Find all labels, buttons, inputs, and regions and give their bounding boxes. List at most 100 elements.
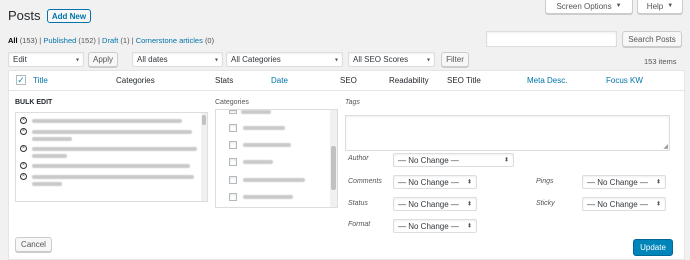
column-date[interactable]: Date <box>271 76 288 85</box>
filter-all[interactable]: All <box>8 36 18 45</box>
remove-post-icon[interactable]: × <box>20 173 27 180</box>
bulk-action-select[interactable]: Edit ▾ <box>8 52 84 67</box>
scrollbar[interactable] <box>331 146 336 190</box>
add-new-button[interactable]: Add New <box>47 9 91 23</box>
comments-select[interactable]: — No Change — ⬍ <box>393 175 477 189</box>
separator: | <box>98 36 100 45</box>
category-filter-select[interactable]: All Categories ▾ <box>226 52 343 67</box>
filter-cornerstone[interactable]: Cornerstone articles <box>136 36 203 45</box>
category-checkbox[interactable] <box>229 124 237 132</box>
filter-draft-count: (1) <box>120 36 130 45</box>
status-select[interactable]: — No Change — ⬍ <box>393 197 477 211</box>
remove-post-icon[interactable]: × <box>20 145 27 152</box>
comments-value: — No Change — <box>398 177 459 187</box>
filter-cornerstone-count: (0) <box>204 36 215 45</box>
comments-label: Comments <box>348 178 382 185</box>
remove-post-icon[interactable]: × <box>20 117 27 124</box>
list-item <box>229 141 291 149</box>
separator: | <box>131 36 134 45</box>
bulk-action-value: Edit <box>13 55 27 64</box>
filter-published[interactable]: Published <box>43 36 76 45</box>
bulk-edit-heading: BULK EDIT <box>15 99 53 106</box>
date-filter-value: All dates <box>137 55 168 64</box>
category-checkbox[interactable] <box>229 141 237 149</box>
format-select[interactable]: — No Change — ⬍ <box>393 219 477 233</box>
column-title[interactable]: Title <box>33 76 48 85</box>
sticky-label: Sticky <box>536 200 555 207</box>
format-value: — No Change — <box>398 221 459 231</box>
list-item <box>229 158 273 166</box>
column-seo: SEO <box>340 76 357 85</box>
status-filters: All (153) | Published (152) | Draft (1) … <box>8 36 214 45</box>
resize-handle-icon: ◢ <box>663 144 668 150</box>
column-focus-kw[interactable]: Focus KW <box>606 76 643 85</box>
select-arrow-icon: ▾ <box>426 57 430 63</box>
chevron-down-icon: ▼ <box>615 3 622 9</box>
sticky-select[interactable]: — No Change — ⬍ <box>582 197 666 211</box>
author-label: Author <box>348 155 369 162</box>
date-filter-select[interactable]: All dates ▾ <box>132 52 223 67</box>
chevron-down-icon: ▼ <box>667 3 674 9</box>
column-seo-title: SEO Title <box>447 76 481 85</box>
list-item: × <box>20 145 200 158</box>
select-arrow-icon: ▾ <box>75 57 79 63</box>
pings-label: Pings <box>536 178 554 185</box>
list-item: × <box>20 128 200 141</box>
tags-textarea[interactable]: ◢ <box>345 115 670 151</box>
pings-value: — No Change — <box>587 177 648 187</box>
category-filter-value: All Categories <box>231 55 281 64</box>
filter-all-count: (153) <box>19 36 38 45</box>
search-posts-button[interactable]: Search Posts <box>622 31 682 47</box>
sticky-value: — No Change — <box>587 199 648 209</box>
categories-label: Categories <box>215 99 249 106</box>
author-select[interactable]: — No Change — ⬍ <box>393 153 514 167</box>
format-label: Format <box>348 221 371 228</box>
remove-post-icon[interactable]: × <box>20 128 27 135</box>
status-value: — No Change — <box>398 199 459 209</box>
tags-label: Tags <box>345 99 360 106</box>
help-button[interactable]: Help ▼ <box>637 0 683 14</box>
update-button[interactable]: Update <box>633 239 673 256</box>
category-checkbox[interactable] <box>229 193 237 201</box>
select-arrow-icon: ▾ <box>214 57 218 63</box>
select-all-checkbox[interactable]: ✓ <box>16 75 26 85</box>
search-input[interactable] <box>486 31 617 47</box>
status-label: Status <box>348 200 368 207</box>
list-item <box>229 193 293 201</box>
pings-select[interactable]: — No Change — ⬍ <box>582 175 666 189</box>
categories-checklist <box>215 109 338 208</box>
category-checkbox[interactable] <box>229 176 237 184</box>
select-stepper-icon: ⬍ <box>466 179 472 186</box>
select-stepper-icon: ⬍ <box>655 179 661 186</box>
list-item: × <box>20 173 200 186</box>
cancel-button[interactable]: Cancel <box>15 237 52 252</box>
author-value: — No Change — <box>398 155 459 165</box>
list-item <box>229 124 285 132</box>
items-count: 153 items <box>644 57 677 66</box>
filter-button[interactable]: Filter <box>441 52 469 67</box>
filter-published-count: (152) <box>78 36 96 45</box>
column-stats: Stats <box>215 76 234 85</box>
list-item: × <box>20 162 200 169</box>
select-arrow-icon: ▾ <box>334 57 338 63</box>
select-stepper-icon: ⬍ <box>466 201 472 208</box>
select-stepper-icon: ⬍ <box>466 223 472 230</box>
category-checkbox[interactable] <box>229 158 237 166</box>
column-categories: Categories <box>116 76 155 85</box>
filter-draft[interactable]: Draft <box>102 36 118 45</box>
seo-score-select[interactable]: All SEO Scores ▾ <box>348 52 435 67</box>
select-stepper-icon: ⬍ <box>503 157 509 164</box>
column-readability: Readability <box>389 76 429 85</box>
screen-options-label: Screen Options <box>556 1 612 11</box>
column-meta-desc[interactable]: Meta Desc. <box>527 76 567 85</box>
screen-options-button[interactable]: Screen Options ▼ <box>545 0 633 14</box>
separator: | <box>39 36 42 45</box>
list-item: × <box>20 117 200 124</box>
category-checkbox[interactable] <box>229 110 237 114</box>
remove-post-icon[interactable]: × <box>20 162 27 169</box>
help-label: Help <box>646 1 664 11</box>
apply-button[interactable]: Apply <box>88 52 118 67</box>
list-item <box>229 176 305 184</box>
seo-score-value: All SEO Scores <box>353 55 409 64</box>
select-stepper-icon: ⬍ <box>655 201 661 208</box>
